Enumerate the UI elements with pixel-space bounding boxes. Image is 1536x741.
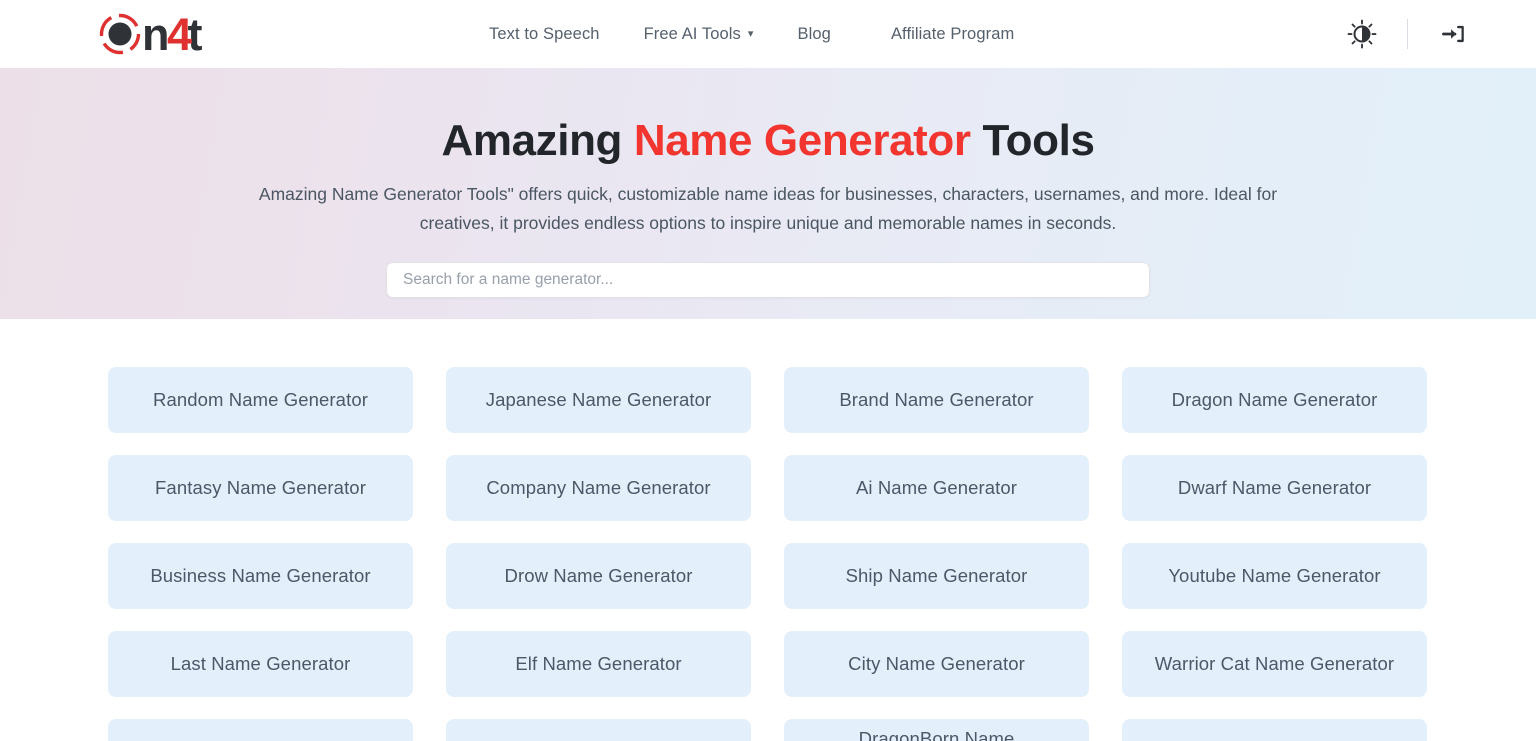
generator-card[interactable]: Youtube Name Generator: [1122, 543, 1427, 609]
generator-card[interactable]: Dwarf Name Generator: [1122, 455, 1427, 521]
main-navigation: Text to Speech Free AI Tools ▾ Blog Affil…: [467, 17, 1036, 52]
generators-section: Random Name Generator Japanese Name Gene…: [0, 319, 1536, 741]
card-label: Youtube Name Generator: [1168, 564, 1381, 586]
nav-label: Affiliate Program: [890, 24, 1015, 43]
card-label: Dragon Name Generator: [1171, 388, 1378, 410]
title-accent: Name Generator: [633, 116, 971, 165]
card-label: City Name Generator: [848, 652, 1025, 674]
header-divider: [1407, 19, 1408, 49]
hero-subtitle: Amazing Name Generator Tools" offers qui…: [258, 184, 1278, 233]
generator-card[interactable]: Brand Name Generator: [784, 367, 1089, 433]
card-label: Dwarf Name Generator: [1177, 476, 1372, 498]
nav-label: Text to Speech: [489, 24, 600, 43]
logo-wordmark: n 4 t: [142, 8, 202, 60]
generator-card[interactable]: Warrior Cat Name Generator: [1122, 631, 1427, 697]
generator-card[interactable]: DragonBorn Name Generator: [784, 719, 1089, 741]
hero-section: Amazing Name Generator Tools Amazing Nam…: [0, 68, 1536, 319]
nav-label: Free AI Tools: [643, 24, 741, 43]
card-label: Ship Name Generator: [845, 564, 1028, 586]
nav-item-blog[interactable]: Blog: [776, 17, 853, 52]
card-label: Last Name Generator: [170, 652, 351, 674]
generator-card[interactable]: Business Name Generator: [108, 543, 413, 609]
login-arrow-icon[interactable]: [1430, 11, 1476, 57]
search-container: [386, 261, 1150, 298]
generator-card[interactable]: Ai Name Generator: [784, 455, 1089, 521]
generator-card-grid: Random Name Generator Japanese Name Gene…: [108, 367, 1428, 741]
on4t-ring-icon: [96, 10, 144, 58]
page-title: Amazing Name Generator Tools: [441, 116, 1094, 165]
card-label: DragonBorn Name Generator: [858, 728, 1015, 741]
generator-card[interactable]: Baby Name Generator: [1122, 719, 1427, 741]
generator-card[interactable]: Elf Name Generator: [446, 631, 751, 697]
logo-letter-4: 4: [167, 8, 192, 60]
site-logo[interactable]: n 4 t: [96, 0, 202, 68]
nav-item-free-ai-tools[interactable]: Free AI Tools ▾: [622, 17, 776, 52]
title-suffix: Tools: [970, 116, 1095, 165]
card-label: Elf Name Generator: [515, 652, 682, 674]
card-label: Random Name Generator: [153, 388, 368, 410]
card-label: Company Name Generator: [486, 476, 711, 498]
generator-card[interactable]: Fantasy Name Generator: [108, 455, 413, 521]
generator-card[interactable]: Japanese Name Generator: [446, 367, 751, 433]
title-prefix: Amazing: [441, 116, 634, 165]
sun-contrast-icon[interactable]: [1339, 11, 1385, 57]
card-label: Brand Name Generator: [839, 388, 1034, 410]
header-actions: [1339, 11, 1504, 57]
site-header: n 4 t Text to Speech Free AI Tools ▾ Blog…: [0, 0, 1536, 68]
generator-card[interactable]: Company Name Generator: [446, 455, 751, 521]
search-input[interactable]: [386, 261, 1150, 298]
generator-card[interactable]: Dragon Name Generator: [1122, 367, 1427, 433]
card-label: Drow Name Generator: [504, 564, 693, 586]
nav-item-affiliate-program[interactable]: Affiliate Program: [853, 17, 1036, 52]
generator-card[interactable]: Fake Name Generator: [108, 719, 413, 741]
generator-card[interactable]: Random Name Generator: [108, 367, 413, 433]
nav-label: Blog: [797, 24, 831, 43]
card-label: Business Name Generator: [150, 564, 371, 586]
card-label: Japanese Name Generator: [485, 388, 712, 410]
card-label: Ai Name Generator: [855, 476, 1018, 498]
generator-card[interactable]: Ship Name Generator: [784, 543, 1089, 609]
chevron-down-icon: ▾: [747, 27, 754, 40]
card-label: Warrior Cat Name Generator: [1154, 652, 1395, 674]
card-label: Fantasy Name Generator: [155, 476, 366, 498]
logo-letter-n: n: [142, 8, 170, 60]
generator-card[interactable]: Drow Name Generator: [446, 543, 751, 609]
generator-card[interactable]: Last Name Generator: [108, 631, 413, 697]
nav-item-text-to-speech[interactable]: Text to Speech: [467, 17, 622, 52]
generator-card[interactable]: City Name Generator: [784, 631, 1089, 697]
generator-card[interactable]: Tiefling Name Generator: [446, 719, 751, 741]
